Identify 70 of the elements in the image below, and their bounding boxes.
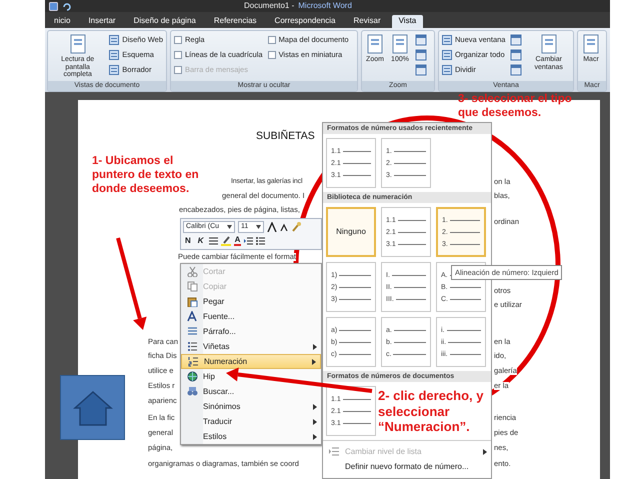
- ribbon-tab[interactable]: Revisar: [346, 15, 388, 28]
- window-title: Documento1 -: [244, 0, 294, 12]
- grow-font-icon: [267, 222, 277, 232]
- italic-button[interactable]: K: [196, 235, 206, 247]
- ribbon-tab[interactable]: Vista: [392, 15, 424, 28]
- window-icon: [510, 64, 522, 76]
- menu-item[interactable]: Estilos: [181, 429, 321, 444]
- view-icon: [109, 50, 120, 60]
- checkbox[interactable]: [174, 51, 182, 59]
- ribbon-tab[interactable]: Referencias: [206, 15, 264, 28]
- window-icon: [415, 34, 427, 46]
- window-icon: [415, 64, 427, 76]
- ribbon-tab[interactable]: nicio: [47, 15, 78, 28]
- menu-item[interactable]: Pegar: [181, 294, 230, 309]
- menu-item[interactable]: Traducir: [181, 414, 321, 429]
- menu-item[interactable]: Definir nuevo formato de número...: [323, 459, 491, 474]
- caret-icon: [256, 225, 261, 229]
- undo-icon: [62, 2, 71, 10]
- numbering-icon: [188, 356, 198, 367]
- font-color-button[interactable]: A: [234, 236, 242, 246]
- bullets-icon: [186, 341, 198, 352]
- align-icon: [208, 237, 218, 245]
- save-icon: [49, 2, 58, 10]
- menu-item[interactable]: Párrafo...: [181, 324, 242, 339]
- document-icon: [365, 34, 385, 56]
- brush-icon: [291, 222, 301, 232]
- view-icon: [109, 35, 120, 45]
- view-icon: [442, 65, 452, 75]
- view-icon: [442, 50, 452, 60]
- clipboard-icon: [186, 296, 198, 307]
- numbering-option[interactable]: Ninguno: [326, 207, 376, 257]
- ribbon-tab[interactable]: Correspondencia: [268, 15, 342, 28]
- view-icon: [109, 65, 120, 75]
- ribbon-tab[interactable]: Diseño de página: [126, 15, 203, 28]
- document-icon: [581, 34, 601, 56]
- view-icon: [442, 35, 452, 45]
- document-icon: [390, 34, 410, 56]
- highlighter-icon: [220, 236, 231, 246]
- ribbon-tab[interactable]: Insertar: [81, 15, 123, 28]
- document-icon: [68, 34, 88, 56]
- binoculars-icon: [186, 386, 198, 397]
- checkbox[interactable]: [268, 36, 276, 44]
- globe-icon: [186, 371, 198, 382]
- window-icon: [510, 34, 522, 46]
- scissors-icon: [186, 266, 198, 277]
- caret-icon: [227, 225, 232, 229]
- list-icon: [256, 237, 266, 245]
- shrink-font-icon: [280, 223, 288, 231]
- window-icon: [415, 49, 427, 61]
- menu-item[interactable]: Hip: [181, 369, 222, 384]
- house-icon: [72, 390, 112, 426]
- menu-item[interactable]: Viñetas: [181, 339, 321, 354]
- indent-list-icon: [329, 447, 339, 456]
- document-heading: SUBIÑETAS: [256, 129, 315, 144]
- menu-item[interactable]: Numeración: [181, 354, 321, 369]
- app-name: Microsoft Word: [298, 0, 352, 12]
- letter-icon: [186, 311, 198, 322]
- bold-button[interactable]: N: [183, 235, 193, 247]
- menu-item[interactable]: Buscar...: [181, 384, 240, 399]
- menu-item[interactable]: Sinónimos: [181, 399, 321, 414]
- home-button[interactable]: [60, 375, 125, 440]
- indent-icon: [244, 237, 254, 245]
- document-icon: [538, 34, 559, 56]
- window-icon: [510, 49, 522, 61]
- checkbox[interactable]: [268, 51, 276, 59]
- paragraph-icon: [186, 326, 198, 337]
- annotation-text: 1- Ubicamos el puntero de texto en donde deseemos.: [92, 155, 199, 196]
- copy-icon: [186, 281, 198, 292]
- checkbox[interactable]: [174, 36, 182, 44]
- menu-item[interactable]: Fuente...: [181, 309, 241, 324]
